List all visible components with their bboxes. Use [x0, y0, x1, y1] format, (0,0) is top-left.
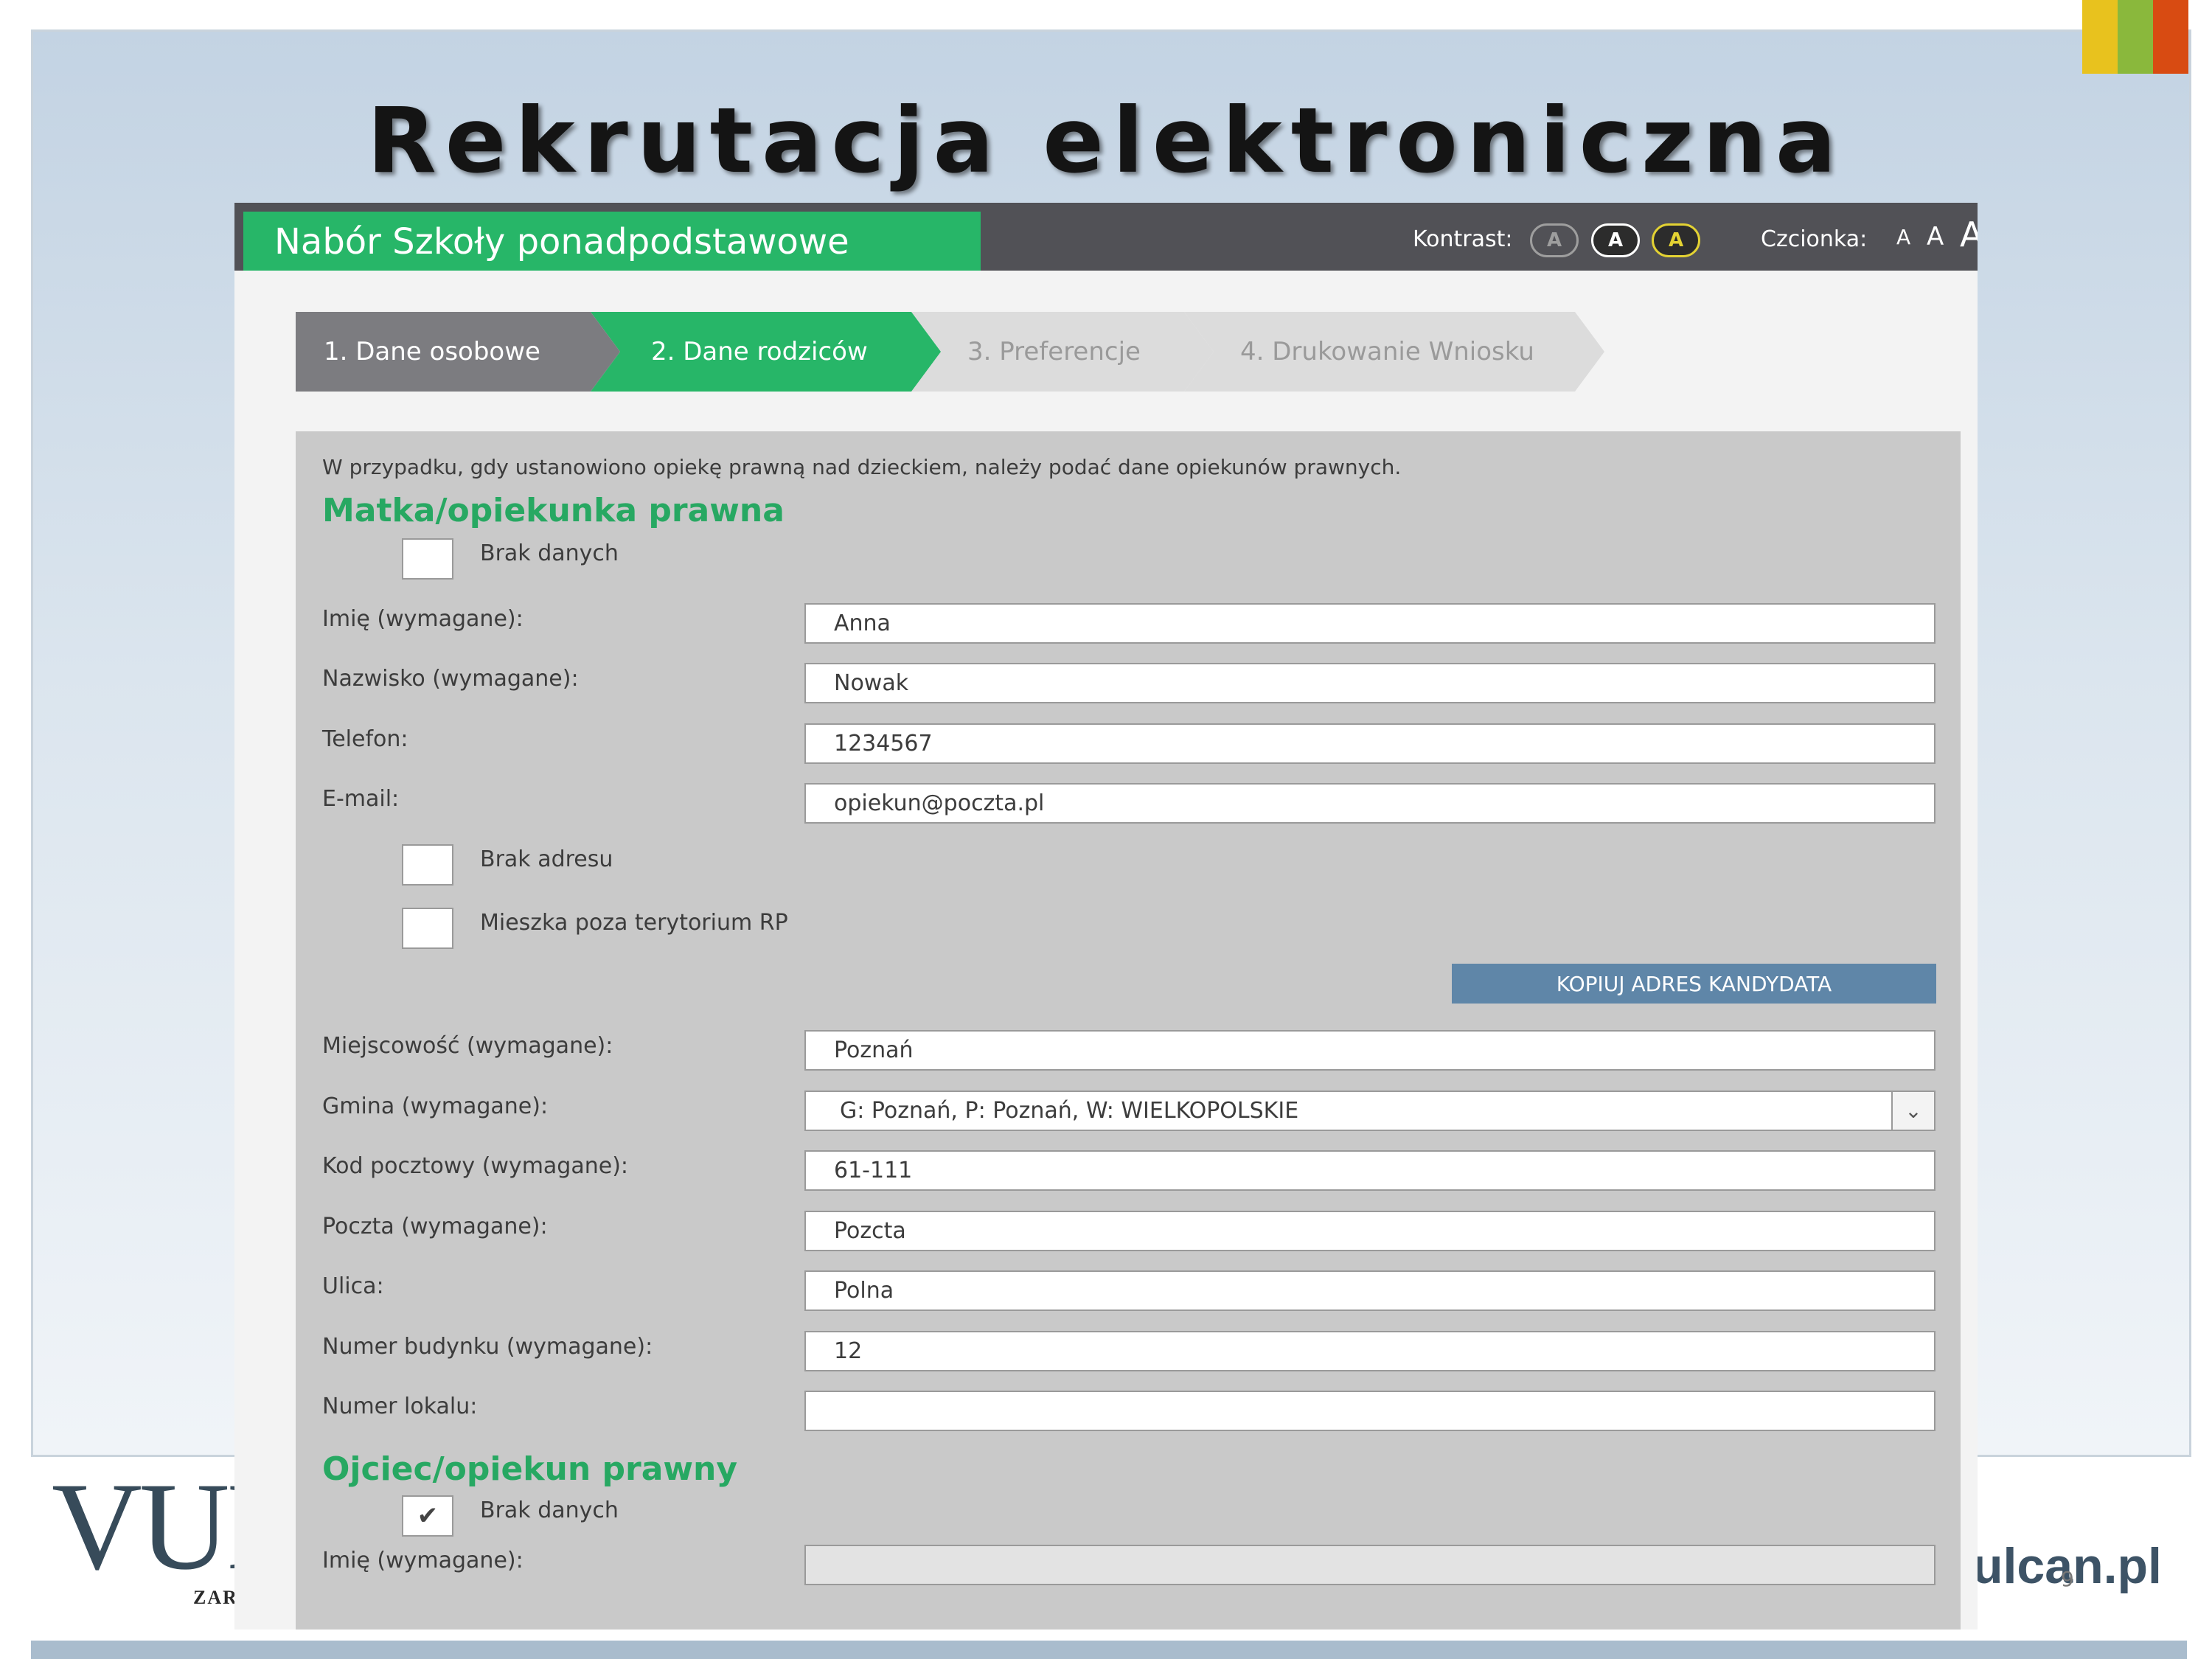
mother-no-data-label: Brak danych: [480, 540, 619, 566]
wizard-steps: 4. Drukowanie Wniosku 3. Preferencje 2. …: [296, 312, 1918, 392]
mother-phone-input[interactable]: 1234567: [804, 723, 1935, 764]
font-size-label: Czcionka:: [1761, 226, 1868, 252]
copy-candidate-address-button[interactable]: KOPIUJ ADRES KANDYDATA: [1452, 964, 1936, 1004]
chevron-down-icon[interactable]: ⌄: [1891, 1092, 1934, 1130]
step-preferences[interactable]: 3. Preferencje: [911, 312, 1214, 392]
mother-phone-label: Telefon:: [322, 726, 408, 752]
mother-email-label: E-mail:: [322, 786, 400, 812]
building-number-label: Numer budynku (wymagane):: [322, 1334, 653, 1360]
font-medium-button[interactable]: A: [1927, 222, 1944, 251]
slide-bottom-bar: [31, 1641, 2187, 1659]
parents-form: W przypadku, gdy ustanowiono opiekę praw…: [296, 431, 1961, 1630]
slide-title: Rekrutacja elektroniczna: [366, 88, 1846, 193]
street-label: Ulica:: [322, 1273, 384, 1299]
step-personal-data[interactable]: 1. Dane osobowe: [296, 312, 620, 392]
father-first-name-input[interactable]: [804, 1545, 1935, 1585]
slide-number: 9: [2061, 1567, 2074, 1591]
post-office-label: Poczta (wymagane):: [322, 1214, 548, 1239]
apartment-number-label: Numer lokalu:: [322, 1394, 478, 1419]
form-info-text: W przypadku, gdy ustanowiono opiekę praw…: [322, 455, 1402, 479]
mother-email-input[interactable]: opiekun@poczta.pl: [804, 783, 1935, 824]
mother-first-name-input[interactable]: Anna: [804, 603, 1935, 644]
commune-select[interactable]: G: Poznań, P: Poznań, W: WIELKOPOLSKIE ⌄: [804, 1091, 1935, 1131]
commune-label: Gmina (wymagane):: [322, 1093, 549, 1119]
building-number-input[interactable]: 12: [804, 1331, 1935, 1371]
font-large-button[interactable]: A: [1960, 215, 1978, 254]
step-print-application[interactable]: 4. Drukowanie Wniosku: [1184, 312, 1604, 392]
postal-code-input[interactable]: 61-111: [804, 1150, 1935, 1191]
corner-color-stripes: [2082, 0, 2188, 74]
app-screenshot: Nabór Szkoły ponadpodstawowe Kontrast: A…: [234, 203, 1978, 1630]
mother-abroad-checkbox[interactable]: [402, 908, 453, 949]
city-label: Miejscowość (wymagane):: [322, 1033, 613, 1059]
mother-last-name-input[interactable]: Nowak: [804, 663, 1935, 703]
father-no-data-label: Brak danych: [480, 1498, 619, 1523]
mother-no-address-checkbox[interactable]: [402, 844, 453, 886]
mother-no-data-checkbox[interactable]: [402, 538, 453, 580]
mother-last-name-label: Nazwisko (wymagane):: [322, 666, 579, 692]
street-input[interactable]: Polna: [804, 1270, 1935, 1311]
commune-select-value: G: Poznań, P: Poznań, W: WIELKOPOLSKIE: [840, 1098, 1299, 1124]
checkmark-icon: ✔: [417, 1501, 439, 1531]
step-parents-data[interactable]: 2. Dane rodziców: [591, 312, 941, 392]
father-no-data-checkbox[interactable]: ✔: [402, 1495, 453, 1537]
mother-no-address-label: Brak adresu: [480, 846, 613, 872]
app-title: Nabór Szkoły ponadpodstawowe: [243, 212, 981, 271]
city-input[interactable]: Poznań: [804, 1030, 1935, 1071]
font-small-button[interactable]: A: [1896, 225, 1910, 249]
apartment-number-input[interactable]: [804, 1391, 1935, 1431]
postal-code-label: Kod pocztowy (wymagane):: [322, 1153, 629, 1179]
contrast-dark-button[interactable]: A: [1591, 223, 1640, 257]
father-section-title: Ojciec/opiekun prawny: [322, 1450, 738, 1488]
app-topbar: Nabór Szkoły ponadpodstawowe Kontrast: A…: [234, 203, 1978, 271]
mother-section-title: Matka/opiekunka prawna: [322, 492, 785, 529]
contrast-yellow-button[interactable]: A: [1652, 223, 1700, 257]
mother-first-name-label: Imię (wymagane):: [322, 606, 524, 632]
father-first-name-label: Imię (wymagane):: [322, 1548, 524, 1573]
mother-abroad-label: Mieszka poza terytorium RP: [480, 910, 788, 936]
post-office-input[interactable]: Pozcta: [804, 1211, 1935, 1251]
contrast-label: Kontrast:: [1413, 226, 1513, 252]
contrast-normal-button[interactable]: A: [1530, 223, 1579, 257]
